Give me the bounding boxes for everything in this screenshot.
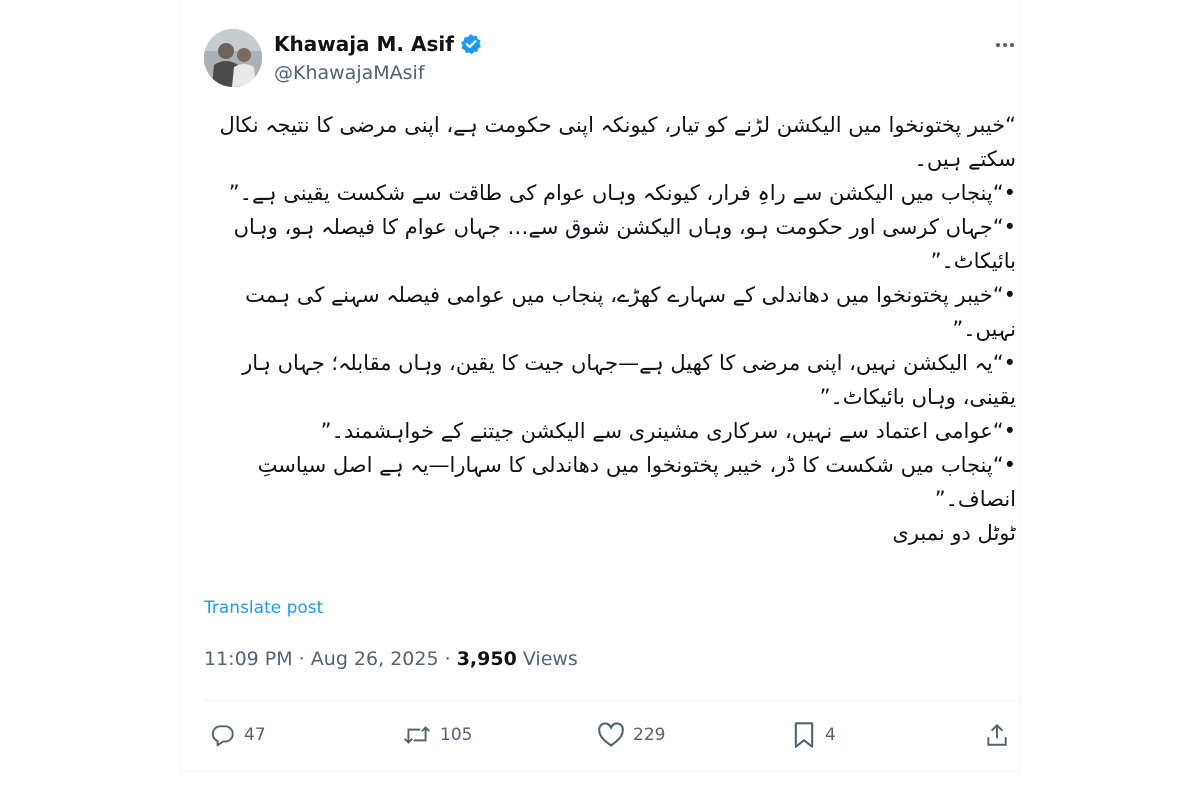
tweet-line: •“خیبر پختونخوا میں دھاندلی کے سہارے کھڑ… (245, 283, 1016, 341)
tweet-line: •“یہ الیکشن نہیں، اپنی مرضی کا کھیل ہے—ج… (242, 351, 1016, 409)
tweet-line: •“عوامی اعتماد سے نہیں، سرکاری مشینری سے… (320, 419, 1016, 443)
views-label: Views (522, 648, 578, 670)
like-count: 229 (633, 725, 666, 745)
tweet-meta: 11:09 PM · Aug 26, 2025 · 3,950 Views (204, 648, 578, 670)
tweet-line: ٹوٹل دو نمبری (892, 521, 1016, 545)
bookmark-icon (794, 722, 814, 748)
share-icon (987, 723, 1007, 746)
bookmark-count: 4 (825, 725, 836, 745)
divider (204, 700, 1018, 701)
author-name[interactable]: Khawaja M. Asif (274, 32, 454, 56)
tweet-time[interactable]: 11:09 PM (204, 648, 293, 670)
meta-separator: · (444, 648, 457, 670)
like-icon (598, 722, 624, 747)
verified-badge-icon (460, 34, 481, 55)
repost-icon (403, 726, 431, 744)
author-name-row: Khawaja M. Asif (274, 32, 482, 56)
share-button[interactable] (984, 718, 1010, 752)
bookmark-button[interactable]: 4 (791, 718, 836, 752)
meta-separator: · (298, 648, 311, 670)
repost-button[interactable]: 105 (402, 718, 472, 752)
tweet-line: •“جہاں کرسی اور حکومت ہو، وہاں الیکشن شو… (233, 215, 1016, 273)
tweet-line: •“پنجاب میں شکست کا ڈر، خیبر پختونخوا می… (257, 453, 1016, 511)
reply-button[interactable]: 47 (210, 718, 266, 752)
translate-post-link[interactable]: Translate post (204, 598, 323, 618)
views-count: 3,950 (456, 648, 517, 670)
more-icon (996, 43, 1000, 47)
tweet-line: •“پنجاب میں الیکشن سے راہِ فرار، کیونکہ … (228, 181, 1016, 205)
reply-count: 47 (244, 725, 266, 745)
avatar[interactable] (204, 29, 262, 87)
more-icon-dot (1003, 43, 1007, 47)
more-button[interactable] (988, 30, 1022, 60)
tweet-text: “خیبر پختونخوا میں الیکشن لڑنے کو تیار، … (204, 108, 1016, 550)
tweet-date[interactable]: Aug 26, 2025 (311, 648, 439, 670)
reply-icon (211, 725, 234, 747)
author-handle[interactable]: @KhawajaMAsif (274, 62, 425, 84)
more-icon-dot (1010, 43, 1014, 47)
avatar-photo-icon (204, 29, 262, 87)
tweet-line: “خیبر پختونخوا میں الیکشن لڑنے کو تیار، … (219, 113, 1016, 171)
like-button[interactable]: 229 (597, 718, 665, 752)
repost-count: 105 (440, 725, 473, 745)
